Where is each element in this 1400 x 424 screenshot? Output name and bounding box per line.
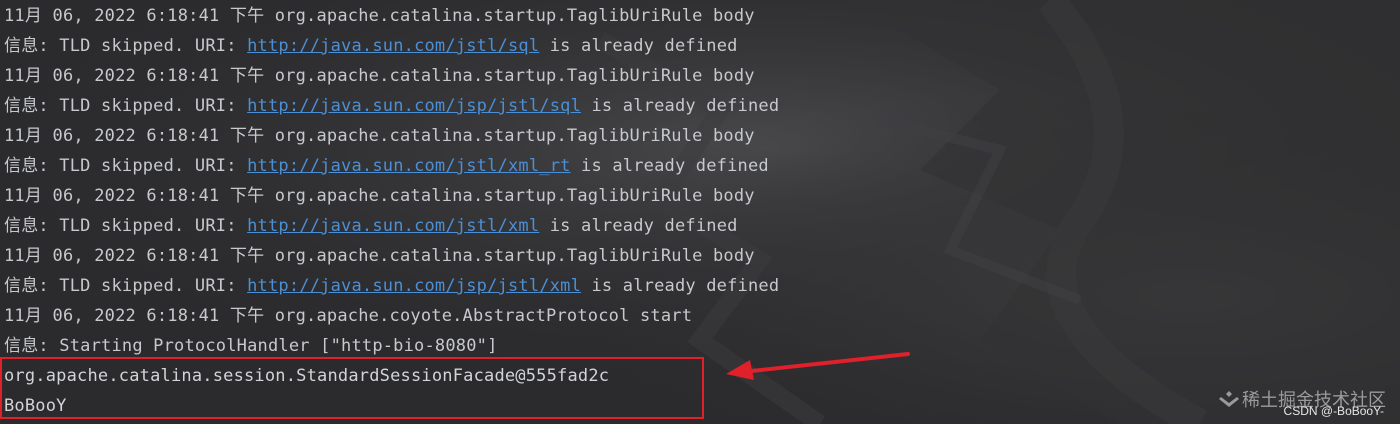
log-line-8: 信息: TLD skipped. URI: http://java.sun.co… <box>4 216 738 236</box>
log-line-9: 11月 06, 2022 6:18:41 下午 org.apache.catal… <box>4 246 755 266</box>
log-url-link[interactable]: http://java.sun.com/jstl/xml_rt <box>247 156 570 176</box>
log-line-7: 11月 06, 2022 6:18:41 下午 org.apache.catal… <box>4 186 755 206</box>
csdn-watermark: CSDN @-BoBooY- <box>1283 404 1384 418</box>
log-line-6: 信息: TLD skipped. URI: http://java.sun.co… <box>4 156 769 176</box>
log-line-3: 11月 06, 2022 6:18:41 下午 org.apache.catal… <box>4 66 755 86</box>
log-url-link[interactable]: http://java.sun.com/jstl/xml <box>247 216 539 236</box>
log-line-5: 11月 06, 2022 6:18:41 下午 org.apache.catal… <box>4 126 755 146</box>
arrow-icon <box>726 352 910 380</box>
log-line-2: 信息: TLD skipped. URI: http://java.sun.co… <box>4 36 738 56</box>
juejin-logo-icon <box>1219 391 1239 407</box>
highlight-box <box>0 357 704 419</box>
log-line-12: 信息: Starting ProtocolHandler ["http-bio-… <box>4 336 498 356</box>
log-url-link[interactable]: http://java.sun.com/jstl/sql <box>247 36 539 56</box>
log-line-1: 11月 06, 2022 6:18:41 下午 org.apache.catal… <box>4 6 755 26</box>
log-url-link[interactable]: http://java.sun.com/jsp/jstl/xml <box>247 276 581 296</box>
log-line-11: 11月 06, 2022 6:18:41 下午 org.apache.coyot… <box>4 306 693 326</box>
log-url-link[interactable]: http://java.sun.com/jsp/jstl/sql <box>247 96 581 116</box>
log-line-10: 信息: TLD skipped. URI: http://java.sun.co… <box>4 276 780 296</box>
log-line-4: 信息: TLD skipped. URI: http://java.sun.co… <box>4 96 780 116</box>
